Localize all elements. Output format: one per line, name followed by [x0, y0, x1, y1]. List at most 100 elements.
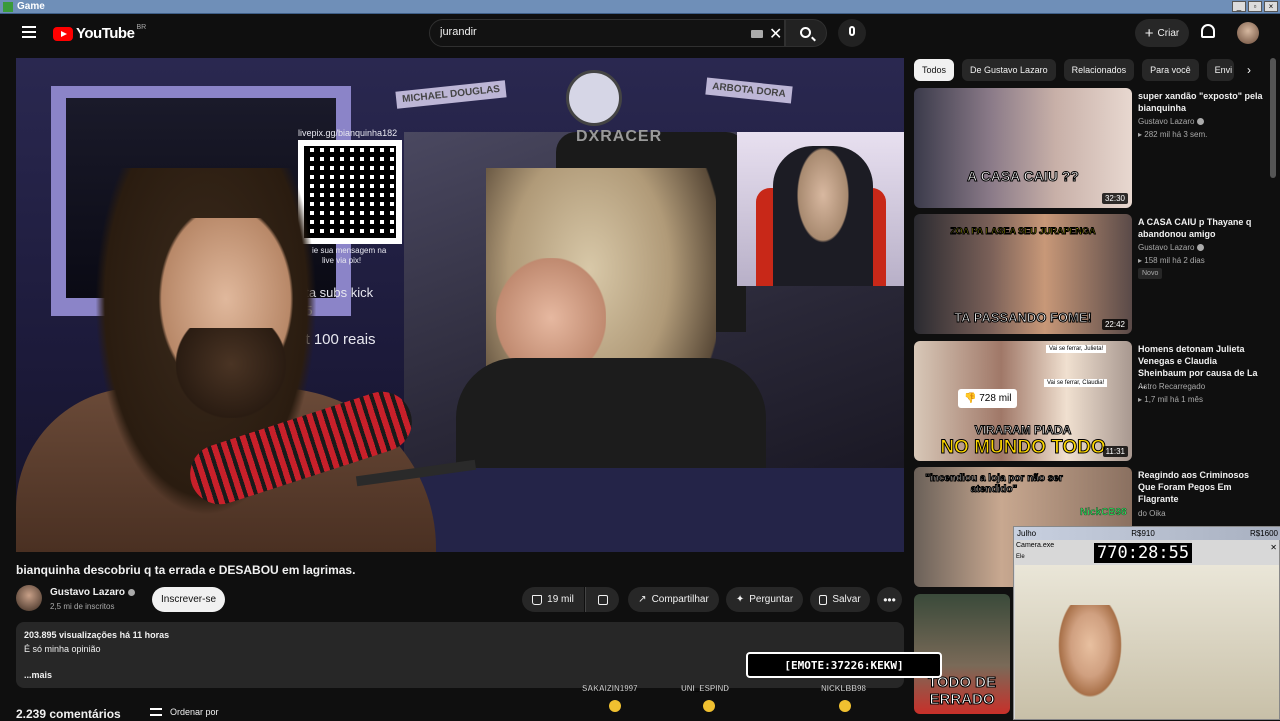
notifications-bell-icon[interactable]	[1201, 24, 1215, 38]
chat-username-3: NICKLBB98	[821, 684, 866, 693]
channel-avatar[interactable]	[16, 585, 42, 611]
window-titlebar: Game _ ▫ ×	[0, 0, 1280, 14]
rec-channel[interactable]: do Oika	[1138, 509, 1166, 518]
yt-header: YouTube BR ✕ + Criar	[0, 14, 1280, 54]
rec-thumbnail[interactable]: A CASA CAIU ?? 32:30	[914, 88, 1132, 208]
streamer-body	[456, 358, 766, 478]
comments-count: 2.239 comentários	[16, 707, 121, 721]
keyboard-icon[interactable]	[751, 30, 763, 38]
pip-person	[773, 146, 873, 286]
channel-name-text[interactable]: Gustavo Lazaro	[50, 587, 125, 598]
create-label: Criar	[1157, 27, 1180, 39]
ask-label: Perguntar	[749, 594, 794, 605]
search-input[interactable]	[440, 26, 740, 38]
thumbs-down-icon: 👎	[964, 393, 980, 404]
create-button[interactable]: + Criar	[1135, 19, 1189, 47]
webcam-view	[1015, 565, 1279, 719]
search-icon	[800, 27, 811, 38]
speech-bubble-2: Vai se ferrar, Claudia!	[1044, 379, 1108, 387]
rec-title[interactable]: super xandão "exposto" pela bianquinha	[1138, 90, 1266, 114]
goal-month: Julho	[1017, 529, 1037, 538]
subscriber-count: 2,5 mi de inscritos	[50, 602, 115, 611]
sidebar-scrollbar[interactable]	[1270, 58, 1276, 178]
dislike-count-overlay: 👎 728 mil	[958, 389, 1018, 408]
bookmark-icon	[819, 594, 828, 605]
sparkle-icon: ✦	[735, 594, 745, 605]
thumb-caption-top: VIRARAM PIADA	[974, 423, 1072, 438]
recommendation-item[interactable]: ZOA PA LASEA SEU JURAPENGA TA PASSANDO F…	[914, 214, 1264, 334]
description-text: É só minha opinião	[24, 644, 101, 654]
rec-title[interactable]: A CASA CAIU p Thayane q abandonou amigo	[1138, 216, 1266, 240]
thumb-caption: TODO DE ERRADO	[927, 674, 997, 709]
sort-comments-button[interactable]: Ordenar por	[150, 707, 219, 717]
description-more-link[interactable]: ...mais	[24, 670, 52, 680]
stream-timer: 770:28:55	[1094, 543, 1193, 563]
verified-icon	[1197, 244, 1205, 252]
share-button[interactable]: ↗ Compartilhar	[628, 587, 719, 612]
microphone-icon	[849, 26, 855, 36]
thumb-caption: TA PASSANDO FOME!	[954, 310, 1093, 326]
goal-current: R$910	[1131, 529, 1155, 538]
duration-badge: 22:42	[1101, 319, 1128, 330]
sort-label: Ordenar por	[170, 707, 219, 717]
qr-url: livepix.gg/bianquinha182	[298, 128, 398, 138]
duration-badge: 11:31	[1102, 446, 1128, 457]
speech-bubble-1: Vai se ferrar, Julieta!	[1046, 345, 1107, 353]
rec-meta: ▸ 282 mil há 3 sem.	[1138, 130, 1208, 139]
video-player[interactable]: MICHAEL DOUGLAS ARBOTA DORA DXRACER live…	[16, 58, 904, 552]
share-label: Compartilhar	[651, 594, 709, 605]
logo-text: YouTube	[76, 25, 135, 42]
dislike-button[interactable]	[585, 587, 619, 612]
goal-target: R$1600	[1249, 529, 1278, 538]
rec-thumbnail[interactable]: 👎 728 mil Vai se ferrar, Julieta! Vai se…	[914, 341, 1132, 461]
chat-username-4: NickCB98	[1080, 507, 1127, 518]
camera-window-sub: Ele	[1016, 554, 1025, 560]
wall-clock	[566, 70, 622, 126]
thumb-caption: "incendiou a loja por não ser atendido"	[925, 473, 1064, 496]
hamburger-menu-icon[interactable]	[22, 26, 36, 38]
rec-channel: Gustavo Lazaro	[1138, 243, 1205, 252]
emote-overlay: [EMOTE:37226:KEKW]	[746, 652, 942, 678]
chip-uploaded[interactable]: Envi	[1206, 59, 1235, 81]
webcam-overlay: Julho R$910 R$1600 Camera.exe Ele 770:28…	[1013, 526, 1280, 720]
thumb-caption: A CASA CAIU ??	[967, 168, 1080, 185]
rec-channel[interactable]: Astro Recarregado	[1138, 382, 1205, 391]
account-avatar[interactable]	[1237, 22, 1259, 44]
thumbs-up-icon	[532, 594, 543, 605]
share-icon: ↗	[638, 594, 647, 605]
ask-button[interactable]: ✦ Perguntar	[726, 587, 803, 612]
close-window-button[interactable]: ×	[1264, 1, 1278, 12]
chip-from-channel[interactable]: De Gustavo Lazaro	[962, 59, 1056, 81]
more-actions-button[interactable]: •••	[877, 587, 902, 612]
minimize-button[interactable]: _	[1232, 1, 1246, 12]
rec-thumbnail[interactable]: ZOA PA LASEA SEU JURAPENGA TA PASSANDO F…	[914, 214, 1132, 334]
logo-region: BR	[136, 24, 147, 31]
verified-icon	[1197, 118, 1205, 126]
maximize-button[interactable]: ▫	[1248, 1, 1262, 12]
channel-name[interactable]: Gustavo Lazaro	[50, 587, 136, 598]
host-beard	[176, 328, 286, 418]
chick-emote-icon	[839, 700, 851, 712]
app-icon	[3, 1, 13, 12]
camera-window-title: Camera.exe	[1016, 542, 1055, 549]
clear-search-icon[interactable]: ✕	[769, 24, 782, 44]
save-button[interactable]: Salvar	[810, 587, 870, 612]
chip-all[interactable]: Todos	[914, 59, 955, 81]
voice-search-button[interactable]	[838, 19, 866, 47]
chevron-right-icon[interactable]: ›	[1240, 59, 1258, 81]
youtube-logo[interactable]: YouTube BR	[53, 24, 147, 42]
recommendation-chips: Todos De Gustavo Lazaro Relacionados Par…	[914, 59, 1235, 81]
recommendation-item[interactable]: 👎 728 mil Vai se ferrar, Julieta! Vai se…	[914, 341, 1264, 461]
chip-related[interactable]: Relacionados	[1063, 59, 1135, 81]
subscribe-button[interactable]: Inscrever-se	[152, 587, 225, 612]
search-button[interactable]	[785, 19, 827, 47]
chip-for-you[interactable]: Para você	[1142, 59, 1199, 81]
video-title: bianquinha descobriu q ta errada e DESAB…	[16, 563, 356, 577]
chat-username-2: UNI_ESPIND	[681, 684, 730, 693]
search-box: ✕	[429, 19, 785, 47]
recommendation-item[interactable]: A CASA CAIU ?? 32:30 super xandão "expos…	[914, 88, 1264, 208]
more-dots-icon: •••	[883, 592, 896, 607]
verified-icon	[128, 588, 136, 596]
like-button[interactable]: 19 mil	[522, 587, 584, 612]
rec-title[interactable]: Reagindo aos Criminosos Que Foram Pegos …	[1138, 469, 1266, 505]
